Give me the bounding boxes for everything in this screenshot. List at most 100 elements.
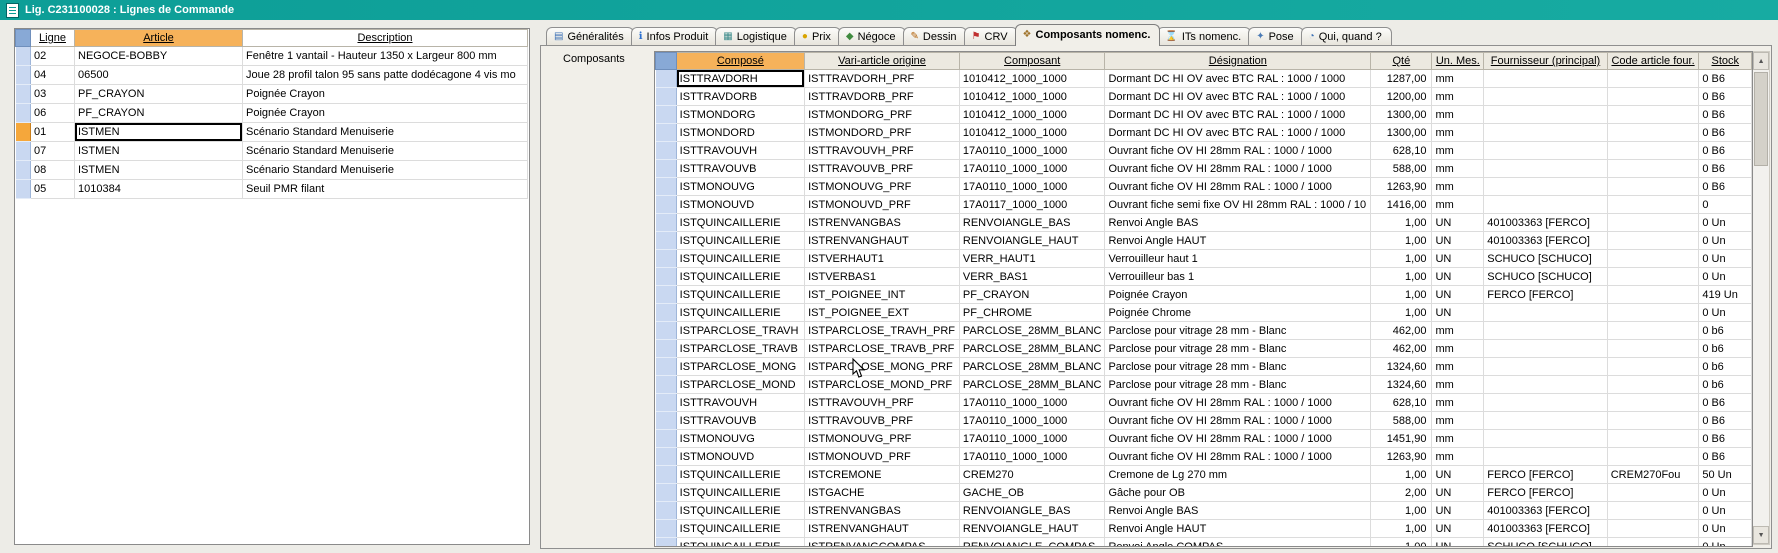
grid-cell[interactable]: UN — [1432, 286, 1484, 304]
grid-cell[interactable]: ISTRENVANGHAUT — [805, 520, 960, 538]
grid-cell[interactable]: 0 Un — [1699, 214, 1752, 232]
grid-cell[interactable] — [1607, 502, 1699, 520]
grid-cell[interactable] — [1607, 196, 1699, 214]
grid-cell[interactable]: ISTTRAVOUVH — [676, 142, 804, 160]
grid-cell[interactable]: mm — [1432, 88, 1484, 106]
grid-cell[interactable]: 2,00 — [1371, 484, 1432, 502]
column-header[interactable]: Qté — [1371, 53, 1432, 70]
row-selector[interactable] — [656, 286, 677, 304]
row-selector[interactable] — [16, 123, 31, 142]
grid-cell[interactable]: 1,00 — [1371, 286, 1432, 304]
grid-cell[interactable]: UN — [1432, 214, 1484, 232]
grid-cell[interactable] — [1484, 178, 1607, 196]
grid-cell[interactable]: UN — [1432, 268, 1484, 286]
grid-cell[interactable]: 08 — [31, 161, 75, 180]
row-selector[interactable] — [656, 430, 677, 448]
grid-cell[interactable]: 0 B6 — [1699, 160, 1752, 178]
row-selector[interactable] — [656, 322, 677, 340]
grid-cell[interactable]: Ouvrant fiche OV HI 28mm RAL : 1000 / 10… — [1105, 160, 1371, 178]
grid-cell[interactable]: ISTMONOUVG — [676, 430, 804, 448]
grid-cell[interactable]: ISTRENVANGBAS — [805, 502, 960, 520]
grid-cell[interactable]: 1300,00 — [1371, 106, 1432, 124]
grid-cell[interactable]: PF_CRAYON — [959, 286, 1105, 304]
grid-cell[interactable]: 401003363 [FERCO] — [1484, 232, 1607, 250]
row-selector[interactable] — [656, 376, 677, 394]
grid-cell[interactable]: IST_POIGNEE_EXT — [805, 304, 960, 322]
grid-cell[interactable]: 1263,90 — [1371, 178, 1432, 196]
grid-cell[interactable]: ISTTRAVOUVB_PRF — [805, 160, 960, 178]
grid-cell[interactable]: 0 b6 — [1699, 340, 1752, 358]
grid-cell[interactable]: 0 Un — [1699, 484, 1752, 502]
grid-cell[interactable] — [1484, 160, 1607, 178]
grid-cell[interactable]: Joue 28 profil talon 95 sans patte dodéc… — [243, 66, 528, 85]
grid-cell[interactable]: ISTMONDORG_PRF — [805, 106, 960, 124]
grid-cell[interactable]: ISTTRAVOUVH_PRF — [805, 394, 960, 412]
row-selector[interactable] — [16, 180, 31, 199]
grid-cell[interactable]: Parclose pour vitrage 28 mm - Blanc — [1105, 376, 1371, 394]
component-row[interactable]: ISTTRAVOUVBISTTRAVOUVB_PRF17A0110_1000_1… — [656, 412, 1752, 430]
order-line-row[interactable]: 02NEGOCE-BOBBYFenêtre 1 vantail - Hauteu… — [16, 47, 528, 66]
grid-cell[interactable]: 0 Un — [1699, 232, 1752, 250]
grid-cell[interactable]: mm — [1432, 160, 1484, 178]
grid-cell[interactable]: RENVOIANGLE_HAUT — [959, 520, 1105, 538]
grid-cell[interactable]: 1,00 — [1371, 520, 1432, 538]
grid-cell[interactable]: 17A0110_1000_1000 — [959, 430, 1105, 448]
order-line-row[interactable]: 01ISTMENScénario Standard Menuiserie — [16, 123, 528, 142]
grid-cell[interactable]: FERCO [FERCO] — [1484, 484, 1607, 502]
grid-cell[interactable]: ISTPARCLOSE_MONG_PRF — [805, 358, 960, 376]
component-row[interactable]: ISTQUINCAILLERIEIST_POIGNEE_INTPF_CRAYON… — [656, 286, 1752, 304]
grid-cell[interactable]: PARCLOSE_28MM_BLANC — [959, 340, 1105, 358]
grid-cell[interactable] — [1607, 106, 1699, 124]
grid-cell[interactable]: mm — [1432, 106, 1484, 124]
grid-cell[interactable]: UN — [1432, 304, 1484, 322]
grid-cell[interactable]: IST_POIGNEE_INT — [805, 286, 960, 304]
grid-cell[interactable]: ISTPARCLOSE_MOND — [676, 376, 804, 394]
grid-cell[interactable]: Ouvrant fiche OV HI 28mm RAL : 1000 / 10… — [1105, 430, 1371, 448]
grid-cell[interactable]: 588,00 — [1371, 160, 1432, 178]
grid-cell[interactable]: 17A0110_1000_1000 — [959, 412, 1105, 430]
grid-cell[interactable]: ISTRENVANGCOMPAS — [805, 538, 960, 548]
grid-cell[interactable]: 0 Un — [1699, 538, 1752, 548]
row-selector[interactable] — [656, 178, 677, 196]
grid-cell[interactable]: Parclose pour vitrage 28 mm - Blanc — [1105, 322, 1371, 340]
row-selector[interactable] — [656, 412, 677, 430]
row-selector[interactable] — [656, 268, 677, 286]
grid-cell[interactable]: Renvoi Angle BAS — [1105, 214, 1371, 232]
grid-cell[interactable]: ISTMEN — [75, 142, 243, 161]
grid-cell[interactable]: 0 Un — [1699, 520, 1752, 538]
component-row[interactable]: ISTPARCLOSE_TRAVHISTPARCLOSE_TRAVH_PRFPA… — [656, 322, 1752, 340]
grid-cell[interactable]: ISTRENVANGBAS — [805, 214, 960, 232]
grid-cell[interactable]: 01 — [31, 123, 75, 142]
grid-cell[interactable] — [1607, 412, 1699, 430]
grid-cell[interactable] — [1607, 160, 1699, 178]
grid-cell[interactable]: Ouvrant fiche OV HI 28mm RAL : 1000 / 10… — [1105, 178, 1371, 196]
grid-cell[interactable]: UN — [1432, 538, 1484, 548]
grid-cell[interactable]: Scénario Standard Menuiserie — [243, 142, 528, 161]
grid-cell[interactable]: ISTTRAVDORB — [676, 88, 804, 106]
grid-cell[interactable]: mm — [1432, 430, 1484, 448]
grid-cell[interactable]: ISTTRAVDORH — [676, 70, 804, 88]
grid-cell[interactable]: mm — [1432, 358, 1484, 376]
grid-cell[interactable]: UN — [1432, 484, 1484, 502]
grid-cell[interactable]: 1010412_1000_1000 — [959, 88, 1105, 106]
grid-cell[interactable]: SCHUCO [SCHUCO] — [1484, 250, 1607, 268]
grid-cell[interactable]: 1010384 — [75, 180, 243, 199]
grid-cell[interactable]: ISTMEN — [75, 123, 243, 142]
grid-cell[interactable]: 1,00 — [1371, 502, 1432, 520]
grid-cell[interactable]: ISTTRAVOUVB — [676, 412, 804, 430]
grid-cell[interactable]: ISTQUINCAILLERIE — [676, 304, 804, 322]
order-line-row[interactable]: 03PF_CRAYONPoignée Crayon — [16, 85, 528, 104]
grid-cell[interactable]: Ouvrant fiche OV HI 28mm RAL : 1000 / 10… — [1105, 394, 1371, 412]
grid-cell[interactable]: Dormant DC HI OV avec BTC RAL : 1000 / 1… — [1105, 124, 1371, 142]
grid-cell[interactable]: 1,00 — [1371, 214, 1432, 232]
grid-cell[interactable]: Gâche pour OB — [1105, 484, 1371, 502]
grid-cell[interactable]: 17A0110_1000_1000 — [959, 448, 1105, 466]
grid-cell[interactable] — [1607, 340, 1699, 358]
grid-cell[interactable]: Poignée Crayon — [243, 85, 528, 104]
grid-cell[interactable]: FERCO [FERCO] — [1484, 466, 1607, 484]
grid-cell[interactable] — [1607, 484, 1699, 502]
grid-cell[interactable]: Renvoi Angle COMPAS — [1105, 538, 1371, 548]
grid-cell[interactable]: ISTQUINCAILLERIE — [676, 538, 804, 548]
grid-cell[interactable]: Parclose pour vitrage 28 mm - Blanc — [1105, 340, 1371, 358]
row-selector[interactable] — [656, 520, 677, 538]
